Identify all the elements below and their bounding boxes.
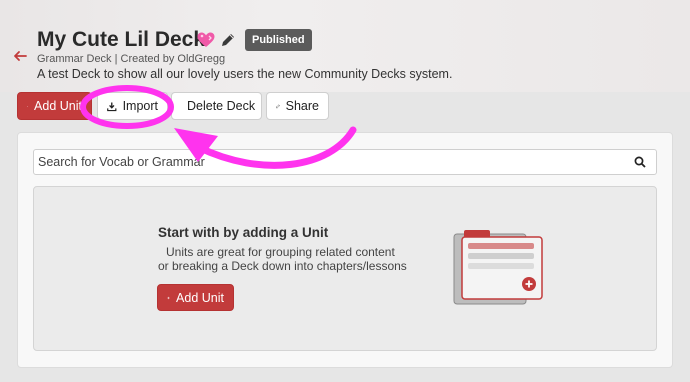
deck-subtitle: Grammar Deck | Created by OldGregg xyxy=(37,53,226,65)
add-unit-button[interactable]: Add Unit xyxy=(17,92,92,120)
share-button[interactable]: Share xyxy=(266,92,329,120)
empty-state-add-unit-label: Add Unit xyxy=(176,290,224,305)
deck-illustration xyxy=(453,230,543,305)
page-title: My Cute Lil Deck xyxy=(37,28,206,51)
heart-icon xyxy=(197,32,215,47)
import-label: Import xyxy=(122,99,158,113)
status-badge: Published xyxy=(245,29,312,51)
empty-state-text-line1: Units are great for grouping related con… xyxy=(166,245,395,259)
empty-state-add-unit-button[interactable]: Add Unit xyxy=(157,284,234,311)
link-icon xyxy=(276,104,280,108)
search-input[interactable] xyxy=(34,150,618,174)
search-icon[interactable] xyxy=(634,156,646,168)
add-unit-label: Add Unit xyxy=(34,99,82,113)
plus-icon xyxy=(27,105,28,107)
import-button[interactable]: Import xyxy=(97,92,168,120)
delete-deck-label: Delete Deck xyxy=(187,99,256,113)
empty-state-heading: Start with by adding a Unit xyxy=(158,225,329,240)
plus-icon xyxy=(167,296,170,299)
deck-description: A test Deck to show all our lovely users… xyxy=(37,67,453,81)
share-label: Share xyxy=(285,99,319,113)
back-arrow-icon[interactable] xyxy=(12,48,28,64)
delete-deck-button[interactable]: Delete Deck xyxy=(171,92,262,120)
empty-state-text-line2: or breaking a Deck down into chapters/le… xyxy=(158,259,407,273)
download-icon xyxy=(107,101,117,111)
pencil-icon[interactable] xyxy=(220,32,236,48)
search-box xyxy=(33,149,657,175)
